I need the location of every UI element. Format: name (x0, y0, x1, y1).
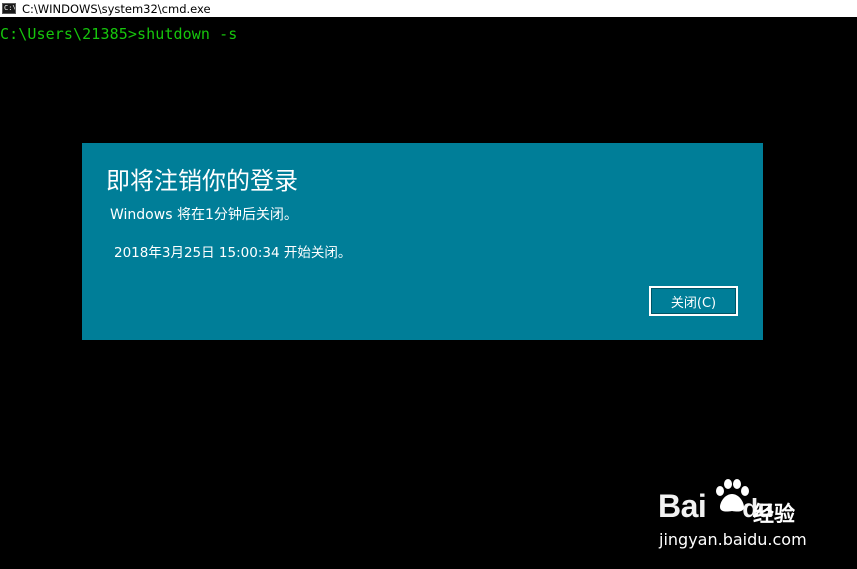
window-title: C:\WINDOWS\system32\cmd.exe (22, 1, 211, 16)
watermark-domain: jingyan.baidu.com (659, 530, 807, 549)
watermark-product: 经验 (753, 502, 795, 526)
dialog-heading: 即将注销你的登录 (106, 167, 298, 195)
baidu-paw-icon (716, 479, 749, 512)
shutdown-time-text: 2018年3月25日 15:00:34 开始关闭。 (114, 245, 352, 261)
dialog-message: Windows 将在1分钟后关闭。 (110, 207, 298, 223)
shutdown-notification-dialog: 即将注销你的登录 Windows 将在1分钟后关闭。 2018年3月25日 15… (82, 143, 763, 340)
window-titlebar[interactable]: C:\ C:\WINDOWS\system32\cmd.exe (0, 0, 857, 17)
command-prompt-line: C:\Users\21385>shutdown -s (0, 25, 238, 43)
cmd-icon: C:\ (2, 3, 16, 14)
baidu-jingyan-watermark: Bai du 经验 jingyan.baidu.com (658, 478, 848, 558)
close-button[interactable]: 关闭(C) (648, 285, 739, 317)
watermark-brand-left: Bai (658, 488, 707, 524)
